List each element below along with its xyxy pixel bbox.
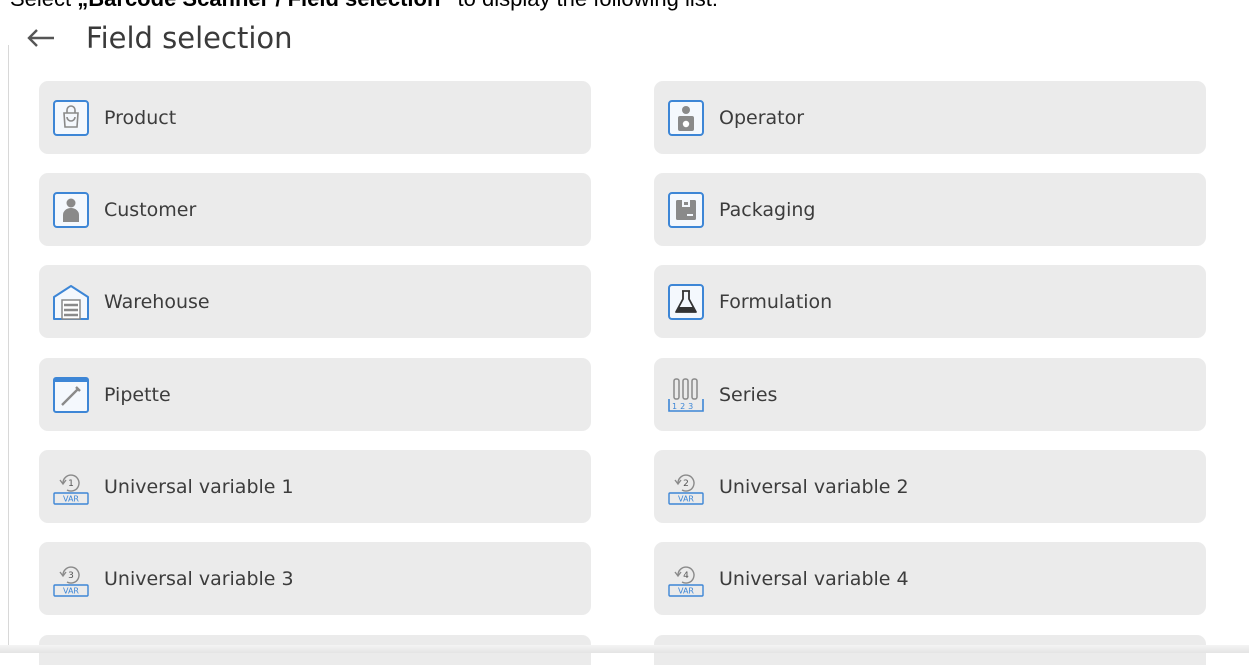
tile-customer[interactable]: Customer bbox=[39, 173, 591, 246]
var-text: VAR bbox=[678, 586, 694, 595]
header: Field selection bbox=[20, 18, 293, 58]
tile-label: Packaging bbox=[719, 198, 816, 221]
page-title: Field selection bbox=[86, 21, 293, 55]
tile-label: Pipette bbox=[104, 383, 171, 406]
tile-pipette[interactable]: Pipette bbox=[39, 358, 591, 431]
back-button[interactable] bbox=[20, 18, 62, 58]
tile-label: Formulation bbox=[719, 290, 833, 313]
tile-product[interactable]: Product bbox=[39, 81, 591, 154]
tile-label: Operator bbox=[719, 106, 805, 129]
arrow-left-icon bbox=[27, 29, 54, 47]
instruction-prefix: Select bbox=[10, 0, 77, 11]
tile-label: Product bbox=[104, 106, 177, 129]
tile-packaging[interactable]: Packaging bbox=[654, 173, 1206, 246]
var-number: 4 bbox=[683, 571, 689, 581]
svg-text:123: 123 bbox=[672, 402, 696, 411]
tile-operator[interactable]: Operator bbox=[654, 81, 1206, 154]
var-number: 3 bbox=[68, 571, 74, 581]
var-text: VAR bbox=[63, 494, 79, 503]
tile-label: Universal variable 3 bbox=[104, 567, 294, 590]
tile-warehouse[interactable]: Warehouse bbox=[39, 265, 591, 338]
operator-icon bbox=[666, 98, 706, 138]
test-tubes-icon: 123 bbox=[666, 375, 706, 415]
tile-label: Universal variable 2 bbox=[719, 475, 909, 498]
var-4-icon: 4 VAR bbox=[666, 559, 706, 599]
shopping-bag-icon bbox=[51, 98, 91, 138]
tile-series[interactable]: 123 Series bbox=[654, 358, 1206, 431]
warehouse-icon bbox=[51, 282, 91, 322]
tile-label: Universal variable 4 bbox=[719, 567, 909, 590]
pipette-icon bbox=[51, 375, 91, 415]
instruction-suffix: to display the following list: bbox=[451, 0, 718, 11]
var-number: 2 bbox=[683, 479, 689, 489]
bottom-divider bbox=[0, 645, 1249, 653]
tile-label: Series bbox=[719, 383, 778, 406]
var-number: 1 bbox=[68, 479, 74, 489]
tile-universal-variable-4[interactable]: 4 VAR Universal variable 4 bbox=[654, 542, 1206, 615]
tile-label: Warehouse bbox=[104, 290, 210, 313]
tile-universal-variable-1[interactable]: 1 VAR Universal variable 1 bbox=[39, 450, 591, 523]
left-border-line bbox=[8, 45, 9, 645]
tile-universal-variable-2[interactable]: 2 VAR Universal variable 2 bbox=[654, 450, 1206, 523]
package-icon bbox=[666, 190, 706, 230]
var-1-icon: 1 VAR bbox=[51, 467, 91, 507]
person-icon bbox=[51, 190, 91, 230]
tile-universal-variable-3[interactable]: 3 VAR Universal variable 3 bbox=[39, 542, 591, 615]
flask-icon bbox=[666, 282, 706, 322]
tile-label: Universal variable 1 bbox=[104, 475, 294, 498]
tile-formulation[interactable]: Formulation bbox=[654, 265, 1206, 338]
var-text: VAR bbox=[63, 586, 79, 595]
tile-label: Customer bbox=[104, 198, 197, 221]
var-text: VAR bbox=[678, 494, 694, 503]
instruction-bold: „Barcode Scanner / Field selection” bbox=[77, 0, 451, 11]
instruction-text: Select „Barcode Scanner / Field selectio… bbox=[10, 0, 718, 12]
var-2-icon: 2 VAR bbox=[666, 467, 706, 507]
var-3-icon: 3 VAR bbox=[51, 559, 91, 599]
